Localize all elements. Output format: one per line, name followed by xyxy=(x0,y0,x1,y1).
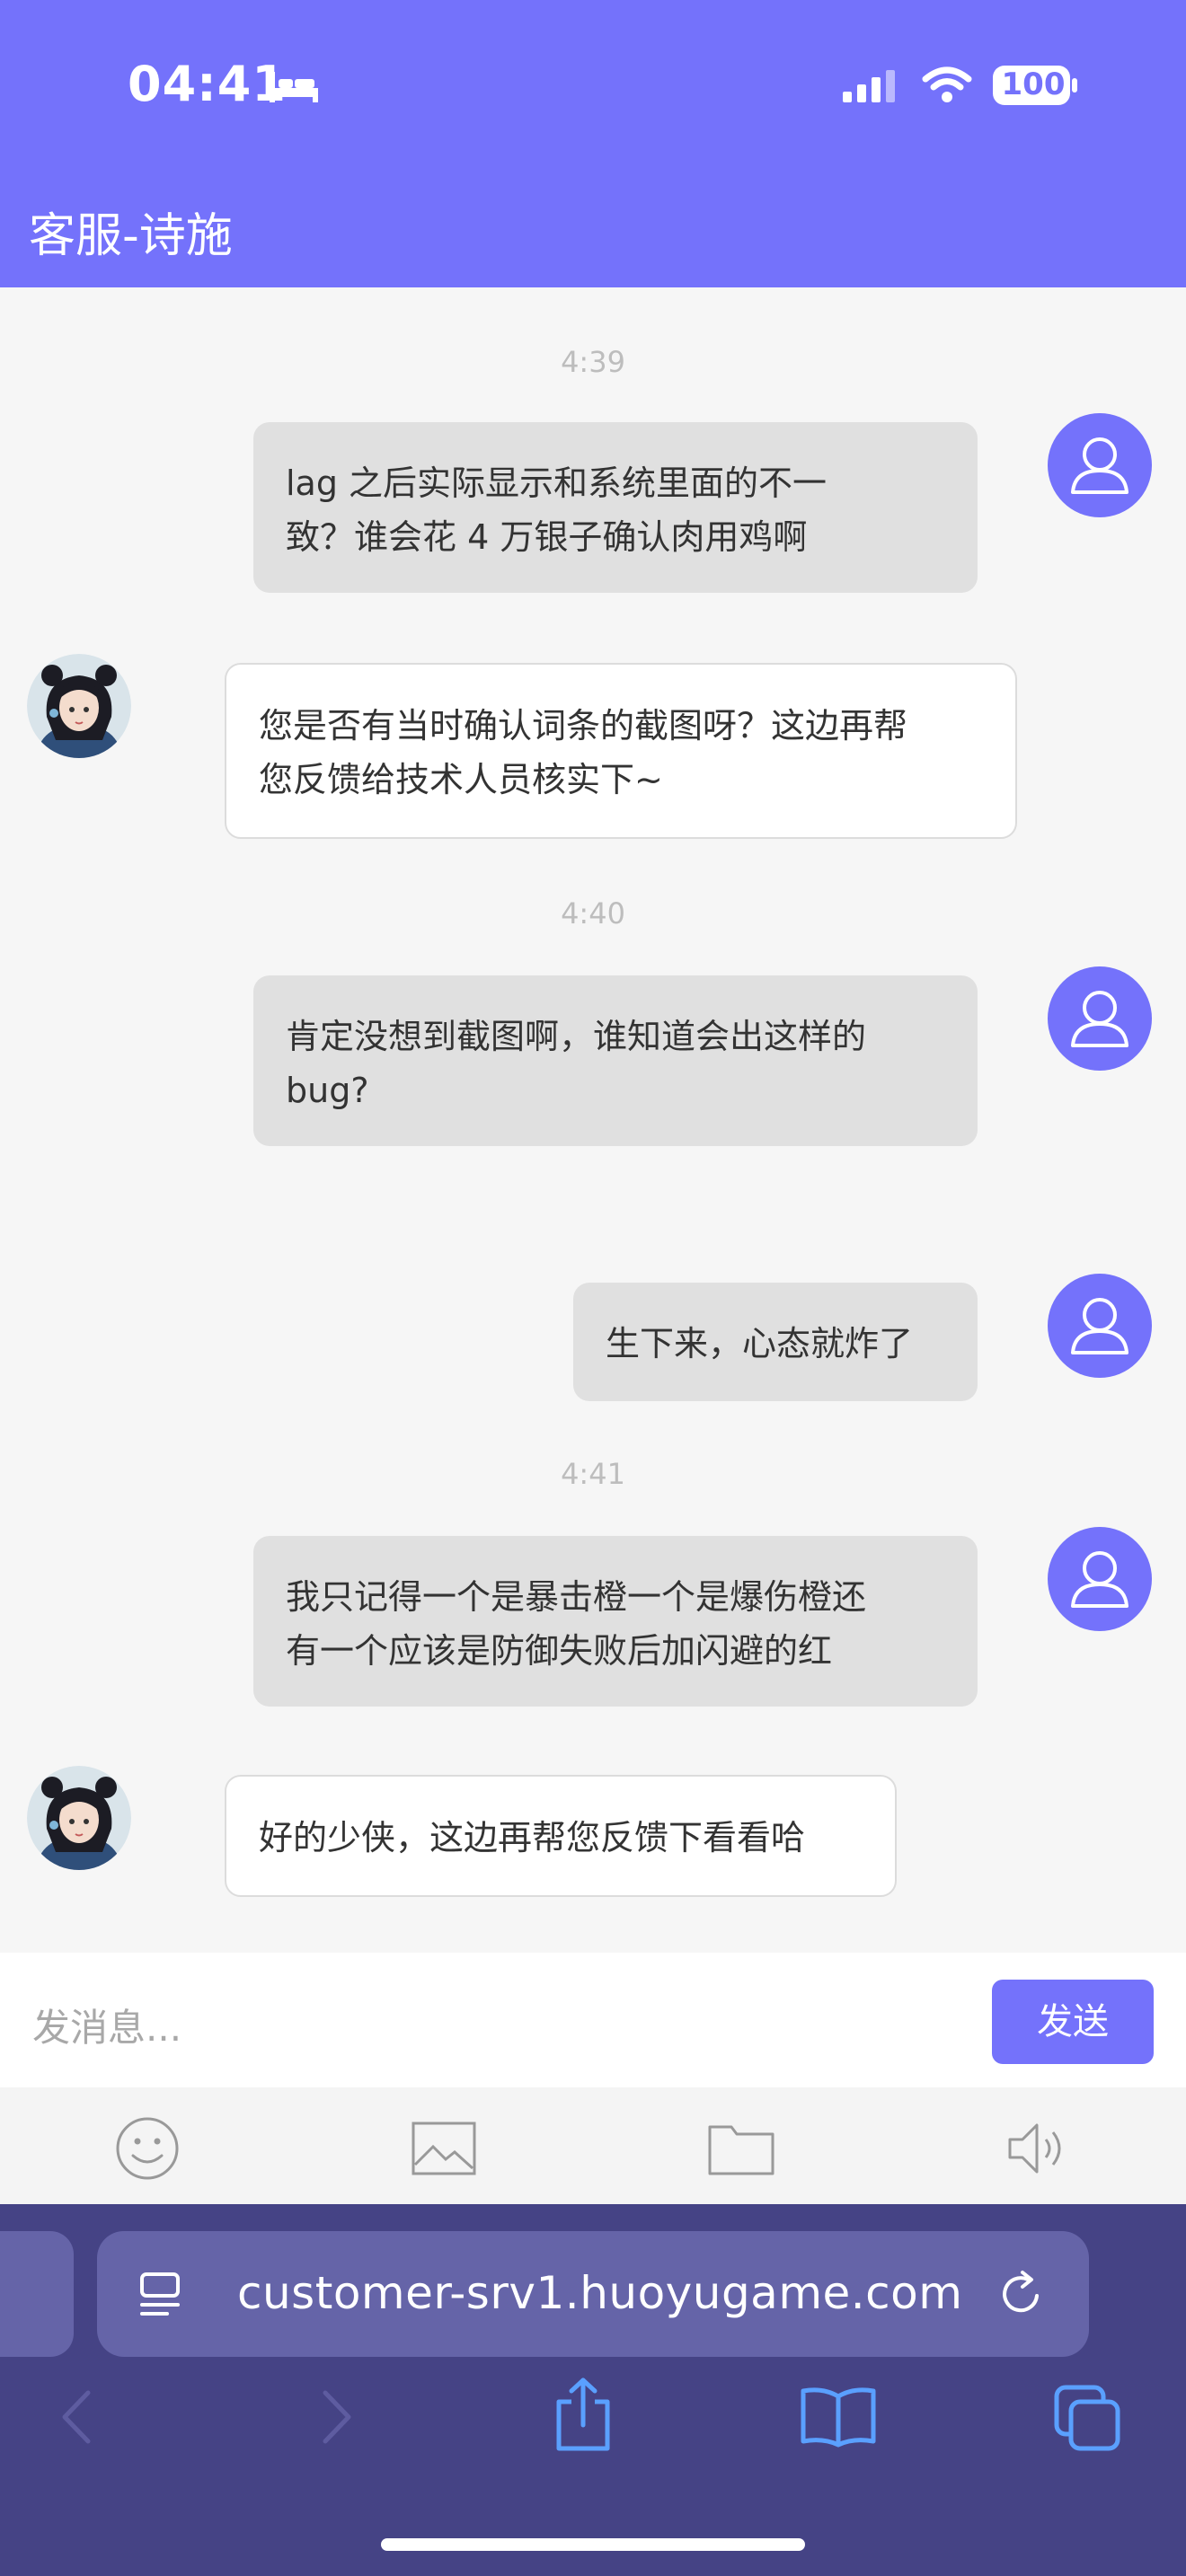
send-button[interactable]: 发送 xyxy=(992,1980,1154,2064)
user-message: 肯定没想到截图啊，谁知道会出这样的 bug? xyxy=(253,975,978,1146)
folder-icon[interactable] xyxy=(708,2122,774,2175)
home-indicator xyxy=(381,2538,805,2551)
page-title: 客服-诗施 xyxy=(29,209,233,263)
user-icon xyxy=(1071,1551,1128,1608)
user-message: 我只记得一个是暴击橙一个是爆伤橙还 有一个应该是防御失败后加闪避的红 xyxy=(253,1536,978,1707)
battery-level: 100 xyxy=(1001,66,1066,102)
timestamp: 4:40 xyxy=(561,896,625,931)
reload-icon[interactable] xyxy=(996,2267,1049,2321)
message-input[interactable]: 发消息... xyxy=(32,1998,181,2052)
wifi-icon xyxy=(922,66,972,102)
app-header: 04:41 100 客服-诗施 xyxy=(0,0,1186,287)
emoji-icon[interactable] xyxy=(115,2116,180,2181)
sleep-bed-icon xyxy=(270,72,318,102)
message-input-bar: 发消息... 发送 xyxy=(0,1953,1186,2087)
user-icon xyxy=(1071,991,1128,1047)
image-icon[interactable] xyxy=(412,2122,476,2175)
address-bar[interactable]: customer-srv1.huoyugame.com xyxy=(97,2231,1089,2357)
bookmarks-icon[interactable] xyxy=(798,2386,879,2448)
agent-avatar[interactable] xyxy=(27,1766,131,1870)
status-time: 04:41 xyxy=(128,56,287,112)
agent-message: 您是否有当时确认词条的截图呀？这边再帮 您反馈给技术人员核实下~ xyxy=(225,663,1017,839)
user-avatar[interactable] xyxy=(1048,413,1152,517)
back-icon[interactable] xyxy=(58,2387,97,2447)
cellular-signal-icon xyxy=(843,70,895,102)
forward-icon[interactable] xyxy=(316,2387,356,2447)
user-message: 生下来，心态就炸了 xyxy=(573,1283,978,1401)
user-avatar[interactable] xyxy=(1048,1527,1152,1631)
agent-message: 好的少侠，这边再帮您反馈下看看哈 xyxy=(225,1775,897,1897)
user-avatar[interactable] xyxy=(1048,966,1152,1071)
attachment-toolbar xyxy=(0,2087,1186,2204)
user-avatar[interactable] xyxy=(1048,1274,1152,1378)
reader-icon[interactable] xyxy=(137,2269,187,2319)
share-icon[interactable] xyxy=(552,2377,615,2452)
user-message: lag 之后实际显示和系统里面的不一 致？谁会花 4 万银子确认肉用鸡啊 xyxy=(253,422,978,593)
previous-tab[interactable] xyxy=(0,2231,74,2357)
agent-avatar[interactable] xyxy=(27,654,131,758)
tabs-icon[interactable] xyxy=(1051,2382,1123,2454)
user-icon xyxy=(1071,1298,1128,1354)
voice-icon[interactable] xyxy=(1006,2120,1069,2177)
agent-portrait-icon xyxy=(27,1766,131,1870)
agent-portrait-icon xyxy=(27,654,131,758)
user-icon xyxy=(1071,437,1128,494)
url-text: customer-srv1.huoyugame.com xyxy=(237,2267,963,2319)
timestamp: 4:41 xyxy=(561,1457,625,1491)
timestamp: 4:39 xyxy=(561,345,625,379)
